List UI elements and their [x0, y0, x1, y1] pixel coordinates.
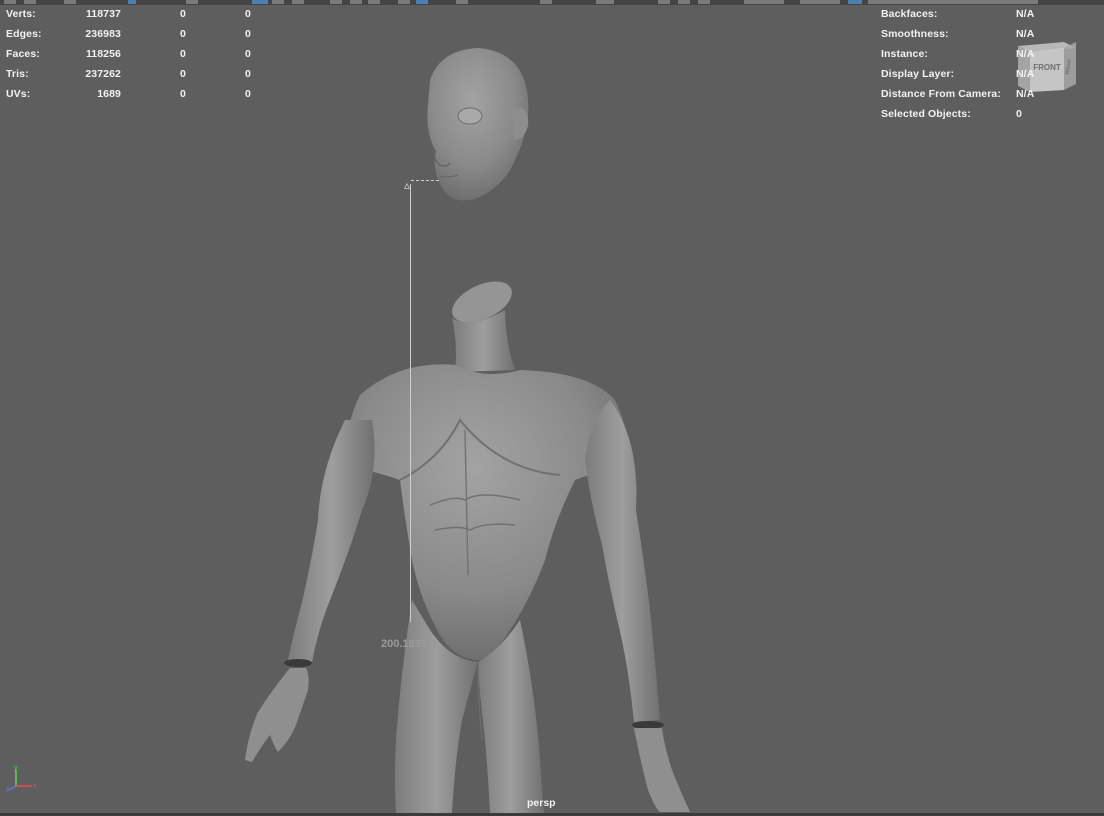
info-value: N/A — [1016, 28, 1035, 40]
stat-value: 0 — [245, 68, 251, 80]
stat-value: 0 — [180, 68, 186, 80]
distance-measure-value: 200.193978 — [381, 638, 440, 650]
distance-measure-guide — [411, 180, 439, 181]
character-model[interactable] — [0, 0, 1104, 816]
perspective-viewport[interactable]: ▵ 200.193978 Verts: 118737 0 0 Edges: 23… — [0, 0, 1104, 816]
stat-value: 0 — [245, 8, 251, 20]
stat-value: 0 — [180, 28, 186, 40]
stat-value: 0 — [245, 48, 251, 60]
stat-value: 0 — [180, 8, 186, 20]
stat-label-faces: Faces: — [6, 48, 40, 60]
stat-label-tris: Tris: — [6, 68, 29, 80]
head-mesh[interactable] — [427, 48, 529, 201]
info-value: N/A — [1016, 48, 1035, 60]
stat-value: 0 — [245, 88, 251, 100]
info-value: N/A — [1016, 8, 1035, 20]
stat-value: 0 — [245, 28, 251, 40]
stat-value: 118256 — [85, 48, 121, 60]
axis-x-label: x — [33, 783, 37, 790]
stat-value: 236983 — [85, 28, 121, 40]
axis-z-label: z — [6, 786, 10, 793]
info-label-instance: Instance: — [881, 48, 928, 60]
info-label-smoothness: Smoothness: — [881, 28, 949, 40]
info-value: N/A — [1016, 88, 1035, 100]
distance-measure-line[interactable] — [410, 184, 411, 622]
info-value: N/A — [1016, 68, 1035, 80]
stat-value: 0 — [180, 48, 186, 60]
stat-value: 0 — [180, 88, 186, 100]
info-value: 0 — [1016, 108, 1022, 120]
stat-label-edges: Edges: — [6, 28, 42, 40]
stat-value: 1689 — [97, 88, 121, 100]
locator-arrow-icon[interactable]: ▵ — [404, 179, 410, 191]
stat-label-verts: Verts: — [6, 8, 36, 20]
stat-value: 237262 — [85, 68, 121, 80]
info-label-selected-objects: Selected Objects: — [881, 108, 971, 120]
axis-y-label: y — [14, 765, 18, 772]
stat-label-uvs: UVs: — [6, 88, 31, 100]
body-mesh[interactable] — [245, 273, 690, 813]
info-label-distance-from-camera: Distance From Camera: — [881, 88, 1001, 100]
axis-gizmo: y x z — [6, 765, 37, 793]
stat-value: 118737 — [85, 8, 121, 20]
viewcube-front-label: FRONT — [1033, 63, 1061, 72]
info-label-backfaces: Backfaces: — [881, 8, 938, 20]
camera-name-label: persp — [527, 797, 556, 809]
info-label-display-layer: Display Layer: — [881, 68, 955, 80]
